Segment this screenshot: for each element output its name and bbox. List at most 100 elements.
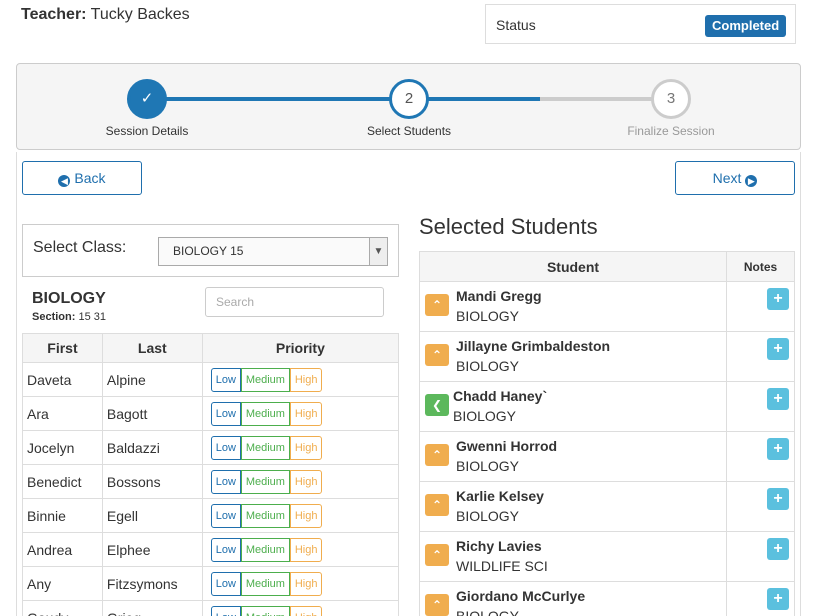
table-row: Jocelyn Baldazzi Low Medium High [22,430,400,465]
step-1-check-icon[interactable]: ✓ [127,79,167,119]
chevron-down-icon[interactable]: ▼ [369,238,387,265]
notes-cell: + [726,581,795,616]
back-button[interactable]: ◀ Back [22,161,142,195]
first-name: Jocelyn [22,430,103,465]
header-notes: Notes [726,251,795,282]
chevron-up-icon[interactable]: ⌃ [425,494,449,516]
step-3-indicator[interactable]: 3 [651,79,691,119]
section-info: Section: 15 31 [32,311,106,323]
notes-cell: + [726,331,795,382]
priority-medium-button[interactable]: Medium [240,367,290,392]
table-row: GaudyGriegLow Medium High [22,600,400,616]
chevron-up-icon[interactable]: ⌃ [425,294,449,316]
add-note-plus-icon[interactable]: + [767,588,789,610]
next-button[interactable]: Next ▶ [675,161,795,195]
table-row: ⌃ Karlie Kelsey BIOLOGY + [419,481,795,532]
priority-medium-button[interactable]: Medium [240,503,290,528]
student-cell: ❮ Chadd Haney` BIOLOGY [419,381,727,432]
arrow-left-circle-icon: ◀ [58,175,71,187]
chevron-up-icon[interactable]: ⌃ [425,594,449,616]
priority-low-button[interactable]: Low [210,401,241,426]
step-2-indicator[interactable]: 2 [389,79,429,119]
roster-table: First Last Priority Daveta Alpine Low Medi… [22,333,400,616]
back-button-label: Back [74,170,106,186]
first-name: Ara [22,396,103,431]
status-badge: Completed [705,15,787,37]
notes-cell: + [726,431,795,482]
priority-medium-button[interactable]: Medium [240,605,290,616]
first-name: Benedict [22,464,103,499]
priority-group: Low Medium High [201,362,400,397]
chevron-up-icon[interactable]: ⌃ [425,444,449,466]
header-priority: Priority [201,333,400,363]
student-cell: ⌃ Karlie Kelsey BIOLOGY [419,481,727,532]
header-last[interactable]: Last [101,333,203,363]
priority-medium-button[interactable]: Medium [240,469,290,494]
priority-high-button[interactable]: High [289,367,323,392]
student-cell: ⌃ Mandi Gregg BIOLOGY [419,281,727,332]
first-name: Binnie [22,498,103,533]
priority-low-button[interactable]: Low [210,469,241,494]
priority-medium-button[interactable]: Medium [240,435,290,460]
add-note-plus-icon[interactable]: + [767,488,789,510]
add-note-plus-icon[interactable]: + [767,538,789,560]
priority-high-button[interactable]: High [289,503,323,528]
priority-low-button[interactable]: Low [210,571,241,596]
notes-cell: + [726,381,795,432]
section-value: 15 31 [78,311,106,323]
student-class: BIOLOGY [456,458,520,474]
add-note-plus-icon[interactable]: + [767,338,789,360]
priority-medium-button[interactable]: Medium [240,401,290,426]
priority-high-button[interactable]: High [289,537,323,562]
student-class: WILDLIFE SCI [456,558,548,574]
notes-cell: + [726,531,795,582]
student-cell: ⌃ Giordano McCurlye BIOLOGY [419,581,727,616]
student-name: Richy Lavies [456,538,542,554]
table-row: Benedict Bossons Low Medium High [22,464,400,499]
priority-high-button[interactable]: High [289,469,323,494]
teacher-label: Teacher: [21,6,87,23]
priority-group: Low Medium High [201,600,400,616]
progress-track-complete [147,97,540,101]
priority-low-button[interactable]: Low [210,537,241,562]
first-name: Any [22,566,103,601]
status-panel: Status Completed [485,4,796,44]
priority-low-button[interactable]: Low [210,605,241,616]
chevron-left-icon[interactable]: ❮ [425,394,449,416]
class-picker: Select Class: BIOLOGY 15 ▼ [22,224,399,277]
student-class: BIOLOGY [456,308,520,324]
subject-title: BIOLOGY [32,290,106,307]
priority-low-button[interactable]: Low [210,367,241,392]
selected-header-row: Student Notes [419,251,795,282]
search-input[interactable] [205,287,384,317]
priority-medium-button[interactable]: Medium [240,537,290,562]
add-note-plus-icon[interactable]: + [767,288,789,310]
priority-group: Low Medium High [201,532,400,567]
priority-high-button[interactable]: High [289,605,323,616]
roster-header-row: First Last Priority [22,333,400,363]
priority-high-button[interactable]: High [289,435,323,460]
section-label: Section: [32,311,76,323]
priority-medium-button[interactable]: Medium [240,571,290,596]
header-student: Student [419,251,727,282]
student-class: BIOLOGY [456,508,520,524]
student-class: BIOLOGY [453,408,517,424]
priority-high-button[interactable]: High [289,571,323,596]
first-name: Gaudy [22,600,103,616]
chevron-up-icon[interactable]: ⌃ [425,344,449,366]
priority-low-button[interactable]: Low [210,503,241,528]
chevron-up-icon[interactable]: ⌃ [425,544,449,566]
table-row: Ara Bagott Low Medium High [22,396,400,431]
add-note-plus-icon[interactable]: + [767,388,789,410]
header-first[interactable]: First [22,333,103,363]
last-name: Bossons [101,464,203,499]
add-note-plus-icon[interactable]: + [767,438,789,460]
priority-group: Low Medium High [201,430,400,465]
priority-high-button[interactable]: High [289,401,323,426]
student-cell: ⌃ Gwenni Horrod BIOLOGY [419,431,727,482]
status-label: Status [496,17,536,33]
priority-low-button[interactable]: Low [210,435,241,460]
arrow-right-circle-icon: ▶ [745,175,758,187]
student-name: Chadd Haney` [453,388,548,404]
class-select[interactable]: BIOLOGY 15 ▼ [158,237,388,266]
